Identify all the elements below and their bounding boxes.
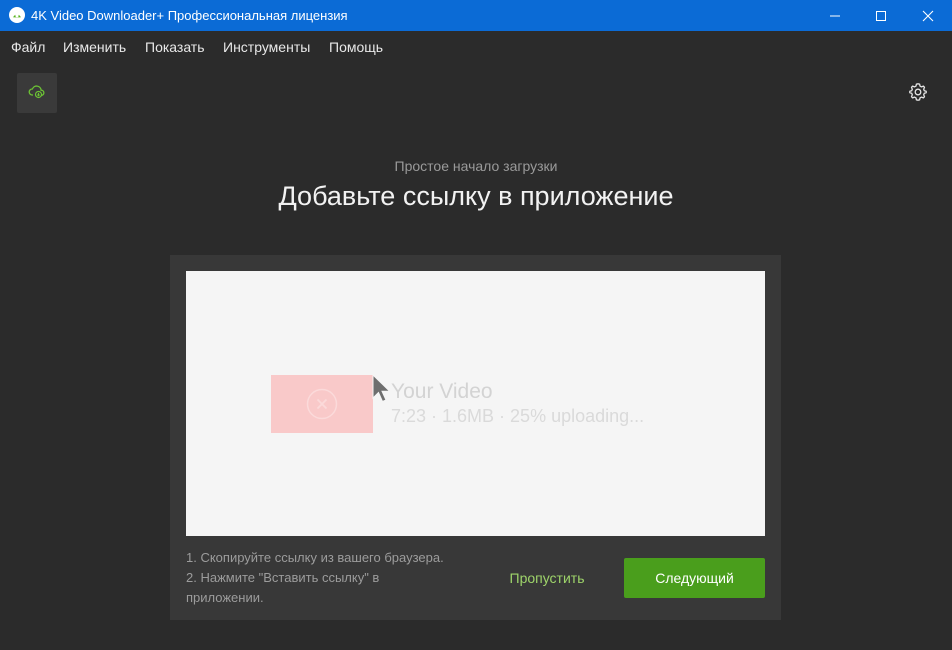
demo-video-meta: 7:23 · 1.6MB · 25% uploading...: [391, 406, 645, 426]
menu-edit[interactable]: Изменить: [63, 39, 126, 55]
menu-file[interactable]: Файл: [11, 39, 45, 55]
demo-animation: Your Video 7:23 · 1.6MB · 25% uploading.…: [186, 271, 765, 536]
menu-tools[interactable]: Инструменты: [223, 39, 310, 55]
smart-mode-button[interactable]: [17, 73, 57, 113]
instructions: 1. Скопируйте ссылку из вашего браузера.…: [186, 548, 486, 608]
demo-video-title: Your Video: [391, 380, 493, 403]
menu-bar: Файл Изменить Показать Инструменты Помощ…: [0, 31, 952, 63]
skip-button[interactable]: Пропустить: [494, 558, 600, 598]
onboarding-subtitle: Простое начало загрузки: [394, 158, 558, 174]
window-title: 4K Video Downloader+ Профессиональная ли…: [31, 8, 348, 23]
instruction-step-2: 2. Нажмите "Вставить ссылку" в приложени…: [186, 570, 380, 605]
close-button[interactable]: [904, 0, 952, 31]
app-logo-icon: [9, 7, 25, 23]
onboarding-heading: Добавьте ссылку в приложение: [278, 181, 674, 211]
title-bar[interactable]: 4K Video Downloader+ Профессиональная ли…: [0, 0, 952, 31]
video-thumbnail: [271, 375, 373, 433]
settings-button[interactable]: [906, 82, 930, 106]
gear-icon: [908, 82, 928, 107]
cancel-circle-icon: [306, 388, 338, 420]
menu-help[interactable]: Помощь: [329, 39, 383, 55]
instruction-step-1: 1. Скопируйте ссылку из вашего браузера.: [186, 550, 444, 565]
maximize-button[interactable]: [858, 0, 904, 31]
app-window: 4K Video Downloader+ Профессиональная ли…: [0, 0, 952, 650]
onboarding-card: Your Video 7:23 · 1.6MB · 25% uploading.…: [170, 255, 781, 620]
cloud-download-icon: [28, 82, 46, 105]
next-button[interactable]: Следующий: [624, 558, 765, 598]
minimize-button[interactable]: [812, 0, 858, 31]
menu-view[interactable]: Показать: [145, 39, 205, 55]
